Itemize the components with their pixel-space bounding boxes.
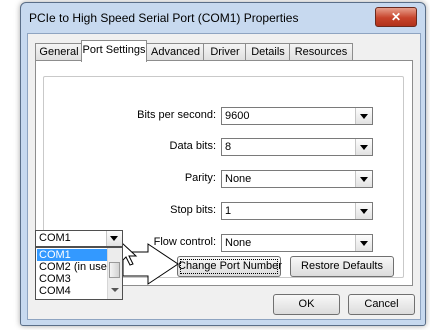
list-item[interactable]: COM2 (in use) — [37, 261, 111, 273]
chevron-down-icon[interactable] — [106, 231, 122, 246]
com-port-options-list[interactable]: COM1 COM2 (in use) COM3 COM4 — [35, 247, 123, 300]
scrollbar-thumb[interactable] — [109, 262, 120, 278]
scroll-down-icon[interactable] — [111, 288, 119, 292]
com-port-value: COM1 — [39, 232, 71, 244]
list-item[interactable]: COM3 — [37, 273, 109, 285]
list-item[interactable]: COM4 — [37, 285, 109, 297]
list-scrollbar[interactable] — [107, 248, 122, 299]
tab-port-settings[interactable]: Port Settings — [81, 40, 147, 62]
com-port-select[interactable]: COM1 — [35, 230, 123, 247]
list-item[interactable]: COM1 — [37, 249, 109, 261]
